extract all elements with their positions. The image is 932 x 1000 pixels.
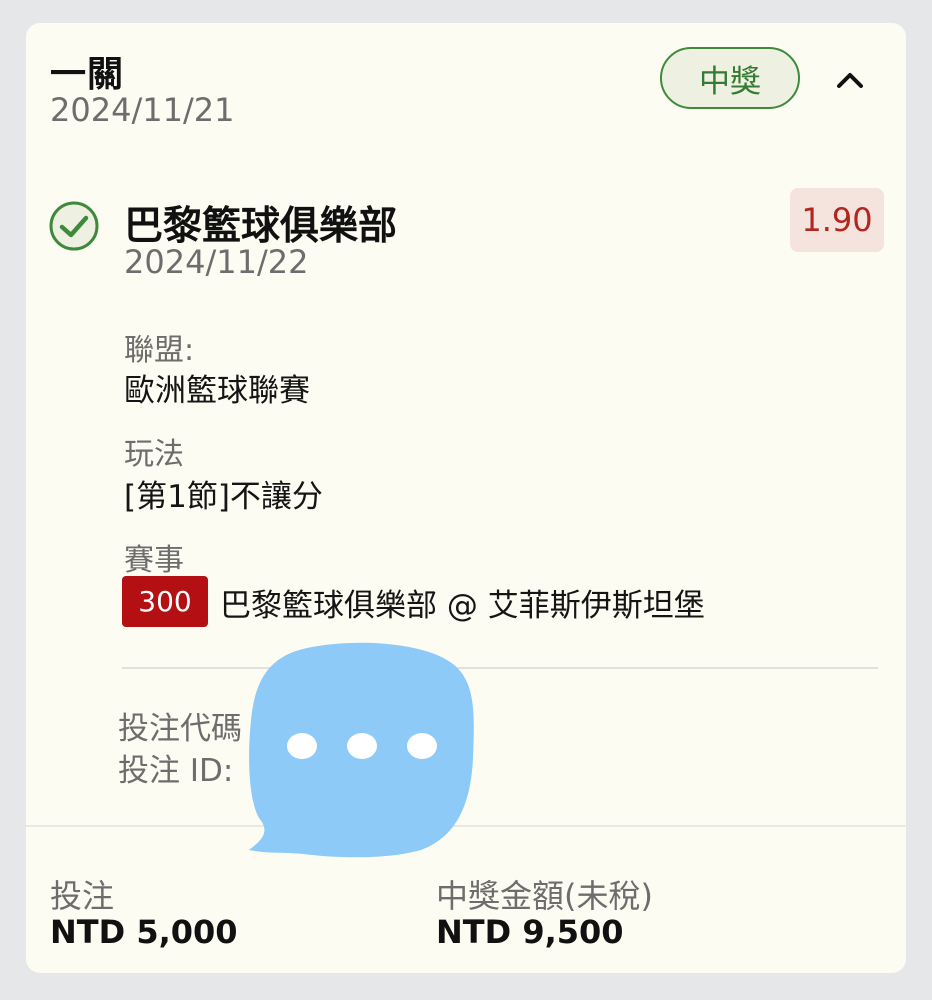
event-name: 巴黎籃球俱樂部 @ 艾菲斯伊斯坦堡 [220, 588, 705, 624]
check-circle-icon [49, 201, 99, 251]
divider [122, 667, 878, 669]
league-label: 聯盟: [124, 333, 195, 368]
chevron-up-icon [837, 73, 863, 88]
bet-type-title: 一關 [50, 54, 125, 95]
stake-label: 投注 [50, 877, 115, 915]
bet-id-label: 投注 ID: [118, 753, 234, 789]
league-value: 歐洲籃球聯賽 [124, 373, 310, 409]
match-date: 2024/11/22 [124, 243, 309, 281]
event-label: 賽事 [124, 543, 184, 578]
event-code-badge: 300 [122, 576, 208, 627]
collapse-button[interactable] [832, 63, 868, 97]
status-badge: 中獎 [660, 47, 800, 109]
stake-value: NTD 5,000 [50, 913, 238, 951]
market-label: 玩法 [124, 437, 184, 472]
bet-date: 2024/11/21 [50, 91, 235, 129]
market-value: [第1節]不讓分 [124, 479, 323, 515]
chat-bubble-icon [249, 642, 474, 858]
odds-badge: 1.90 [790, 188, 884, 252]
bet-code-label: 投注代碼 [118, 711, 242, 747]
payout-value: NTD 9,500 [436, 913, 624, 951]
payout-label: 中獎金額(未稅) [436, 877, 653, 915]
